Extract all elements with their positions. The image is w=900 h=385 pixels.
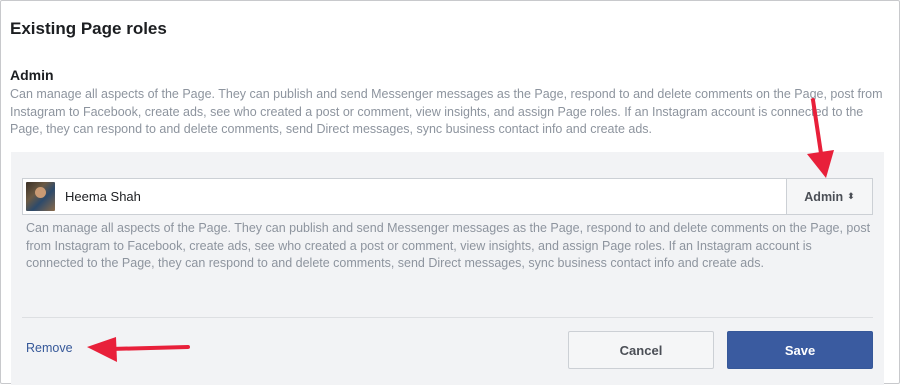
member-row: Heema Shah Admin ⬍ — [22, 178, 873, 215]
role-description: Can manage all aspects of the Page. They… — [10, 87, 883, 136]
member-name[interactable]: Heema Shah — [65, 189, 141, 204]
save-button[interactable]: Save — [727, 331, 873, 369]
page-roles-card: Existing Page roles Admin Can manage all… — [0, 0, 900, 385]
divider — [22, 317, 873, 318]
cancel-button[interactable]: Cancel — [568, 331, 714, 369]
section-title: Existing Page roles — [10, 19, 167, 38]
remove-link[interactable]: Remove — [26, 341, 73, 355]
role-dropdown-label: Admin — [804, 189, 844, 204]
role-dropdown[interactable]: Admin ⬍ — [786, 178, 873, 215]
sort-caret-icon: ⬍ — [847, 191, 855, 201]
avatar[interactable] — [26, 182, 55, 211]
member-role-description: Can manage all aspects of the Page. They… — [26, 221, 871, 270]
role-heading: Admin — [10, 67, 54, 83]
